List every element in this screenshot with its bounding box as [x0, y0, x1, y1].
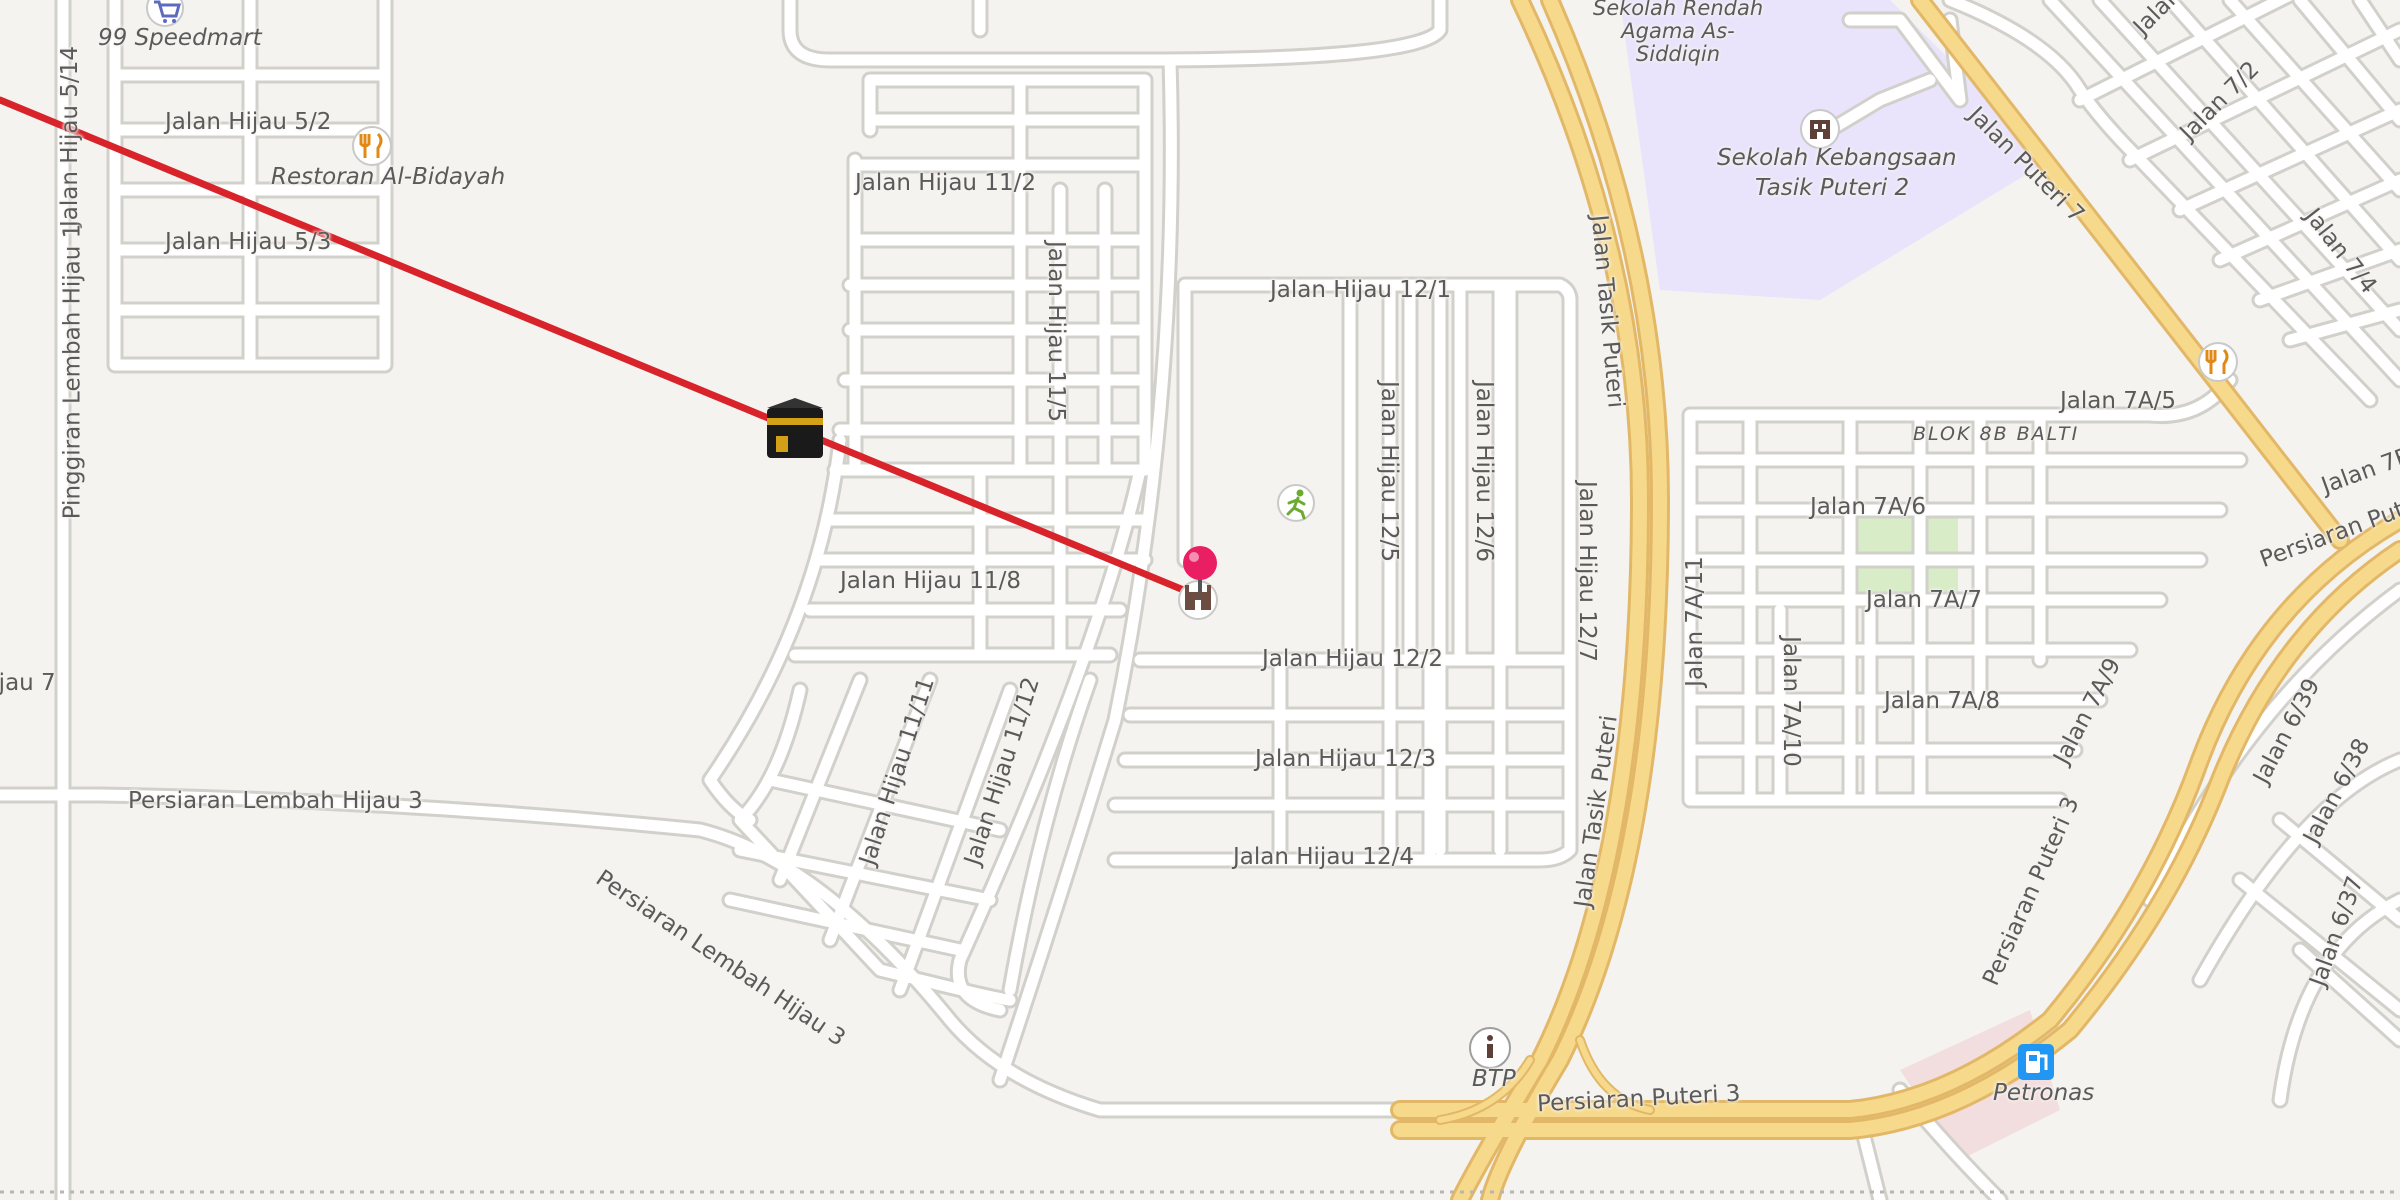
street-label: Jalan Hijau 12/1 [1270, 277, 1451, 303]
map-canvas[interactable]: Jalan Hijau 5/14 99 Speedmart Jalan Hija… [0, 0, 2400, 1200]
street-label: Jalan Hijau 12/7 [1573, 481, 1600, 662]
street-label: Jalan Hijau 5/14 [56, 46, 83, 227]
poi-label-restoran: Restoran Al-Bidayah [271, 164, 506, 190]
street-label: Jalan 7A/11 [1681, 556, 1708, 687]
school-icon[interactable] [1800, 109, 1840, 149]
street-label: Jalan Hijau 12/3 [1255, 746, 1436, 772]
street-label: Jalan Hijau 5/3 [165, 229, 332, 255]
fuel-pump-icon[interactable] [2018, 1044, 2054, 1080]
poi-label-sekolah-kebangsaan-2: Tasik Puteri 2 [1755, 175, 1910, 201]
poi-label-btp: BTP [1472, 1066, 1516, 1092]
street-label: Persiaran Lembah Hijau 3 [128, 788, 423, 814]
street-label: Jalan Hijau 11/5 [1042, 241, 1069, 422]
street-label: Jalan Hijau 12/5 [1375, 381, 1402, 562]
poi-label-sekolah-kebangsaan: Sekolah Kebangsaan [1717, 145, 1957, 171]
street-label: Jalan Hijau 12/6 [1470, 381, 1497, 562]
poi-label-sekolah-agama: Sekolah Rendah Agama As-Siddiqin [1592, 0, 1764, 67]
fork-knife-icon[interactable] [2198, 342, 2238, 382]
street-label: Jalan Hijau 12/2 [1262, 646, 1443, 672]
street-label: Jalan Hijau 11/8 [840, 568, 1021, 594]
street-label: Jalan 7A/7 [1866, 587, 1982, 613]
street-label: Jalan 7A/6 [1810, 494, 1926, 520]
street-label: Jalan Hijau 5/2 [165, 109, 332, 135]
street-label: BLOK 8B BALTI [1913, 423, 2080, 445]
street-label: Jalan Hijau 12/4 [1233, 844, 1414, 870]
street-label: Jalan 7A/5 [2060, 388, 2176, 414]
poi-label-petronas: Petronas [1993, 1080, 2095, 1106]
street-label: Pinggiran Lembah Hijau 1 [59, 223, 86, 520]
poi-label-speedmart: 99 Speedmart [98, 25, 262, 51]
street-label: Jalan 7A/10 [1777, 636, 1804, 767]
kaaba-icon[interactable] [767, 398, 823, 458]
shopping-cart-icon[interactable] [146, 0, 184, 27]
running-icon[interactable] [1277, 484, 1315, 522]
street-label: Hijau 7 [0, 670, 56, 696]
street-label: Jalan Hijau 11/2 [855, 170, 1036, 196]
street-label: Jalan 7A/8 [1884, 688, 2000, 714]
fork-knife-icon[interactable] [352, 126, 392, 166]
info-icon[interactable] [1469, 1027, 1511, 1069]
